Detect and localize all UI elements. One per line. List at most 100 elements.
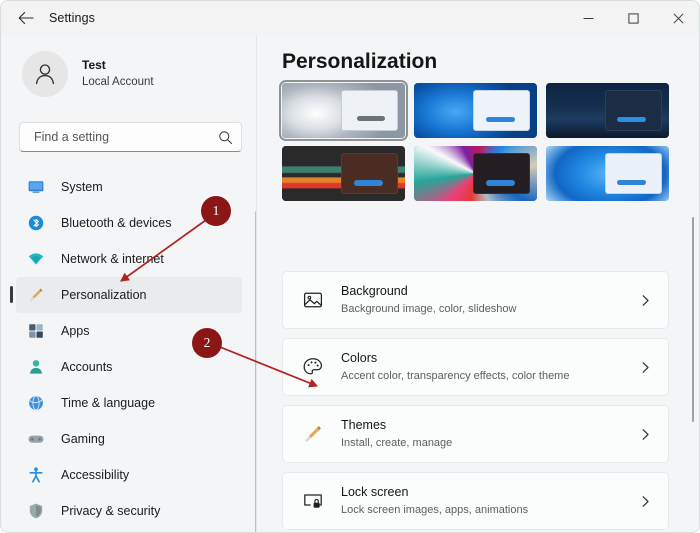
minimize-icon <box>583 17 594 19</box>
chevron-right-icon[interactable] <box>639 294 652 307</box>
sidebar-item-label: Personalization <box>61 288 147 302</box>
monitor-icon <box>25 176 47 198</box>
apps-icon <box>25 320 47 342</box>
annotation-badge-1: 1 <box>201 196 231 226</box>
theme-thumbnail-6[interactable] <box>546 146 669 201</box>
settings-row-subtitle: Lock screen images, apps, animations <box>341 504 529 517</box>
person-icon <box>35 64 55 85</box>
theme-window-preview <box>341 153 398 194</box>
arrow-left-icon <box>18 11 34 25</box>
settings-row-lock-screen[interactable]: Lock screen Lock screen images, apps, ani… <box>282 472 669 530</box>
theme-window-preview <box>341 90 398 131</box>
user-profile[interactable]: Test Local Account <box>2 35 258 101</box>
settings-row-text: Lock screen Lock screen images, apps, ani… <box>341 484 639 518</box>
search-box[interactable] <box>19 122 242 152</box>
shield-icon <box>25 500 47 522</box>
theme-accent-preview <box>486 180 515 186</box>
search-icon[interactable] <box>218 130 233 145</box>
settings-row-themes[interactable]: Themes Install, create, manage <box>282 405 669 463</box>
sidebar-item-gaming[interactable]: Gaming <box>16 421 242 457</box>
settings-row-title: Lock screen <box>341 485 409 500</box>
settings-row-text: Themes Install, create, manage <box>341 417 639 451</box>
main-scrollbar[interactable] <box>692 217 694 422</box>
avatar <box>22 51 68 97</box>
sidebar-item-label: Apps <box>61 324 90 338</box>
settings-row-background[interactable]: Background Background image, color, slide… <box>282 271 669 329</box>
sidebar-item-personalization[interactable]: Personalization <box>10 277 242 313</box>
theme-accent-preview <box>617 116 646 122</box>
chevron-right-icon[interactable] <box>639 361 652 374</box>
settings-row-subtitle: Install, create, manage <box>341 437 453 450</box>
paintbrush-icon <box>25 284 47 306</box>
sidebar: Test Local Account System Bluetooth & dev… <box>2 35 258 532</box>
theme-grid <box>279 80 669 201</box>
maximize-button[interactable] <box>611 1 656 35</box>
theme-window-preview <box>473 153 530 194</box>
sidebar-item-label: Time & language <box>61 396 156 410</box>
lock-screen-icon <box>298 486 328 516</box>
close-icon <box>673 12 684 24</box>
sidebar-item-label: Accounts <box>61 360 113 374</box>
sidebar-item-time-language[interactable]: Time & language <box>16 385 242 421</box>
minimize-button[interactable] <box>566 1 611 35</box>
sidebar-item-label: Gaming <box>61 432 105 446</box>
theme-accent-preview <box>617 179 646 185</box>
maximize-icon <box>628 12 639 24</box>
sidebar-item-accessibility[interactable]: Accessibility <box>16 457 242 493</box>
sidebar-item-label: Privacy & security <box>61 504 161 518</box>
page-title: Personalization <box>282 50 438 73</box>
settings-row-title: Colors <box>341 351 378 366</box>
theme-window-preview <box>473 90 530 131</box>
sidebar-item-privacy-security[interactable]: Privacy & security <box>16 493 242 529</box>
settings-row-title: Background <box>341 284 408 299</box>
settings-row-colors[interactable]: Colors Accent color, transparency effects… <box>282 338 669 396</box>
main-content: Personalization Background Background ima… <box>258 35 699 532</box>
clock-globe-icon <box>25 392 47 414</box>
annotation-badge-1-label: 1 <box>212 203 220 218</box>
settings-row-subtitle: Accent color, transparency effects, colo… <box>341 370 570 383</box>
settings-row-text: Background Background image, color, slide… <box>341 283 639 317</box>
sidebar-item-label: Network & internet <box>61 252 164 266</box>
settings-row-title: Themes <box>341 418 387 433</box>
accessibility-icon <box>25 464 47 486</box>
theme-thumbnail-5[interactable] <box>414 146 537 201</box>
chevron-right-icon[interactable] <box>639 495 652 508</box>
sidebar-divider <box>256 35 257 532</box>
titlebar-title: Settings <box>49 11 95 25</box>
gamepad-icon <box>25 428 47 450</box>
settings-row-text: Colors Accent color, transparency effects… <box>341 350 639 384</box>
palette-icon <box>298 352 328 382</box>
title-bar: Settings <box>1 1 699 35</box>
theme-window-preview <box>605 90 662 131</box>
sidebar-item-network-internet[interactable]: Network & internet <box>16 241 242 277</box>
settings-list: Background Background image, color, slide… <box>282 271 669 532</box>
theme-thumbnail-4[interactable] <box>282 146 405 201</box>
settings-row-subtitle: Background image, color, slideshow <box>341 303 517 316</box>
theme-accent-preview <box>486 116 515 122</box>
profile-text: Test Local Account <box>82 58 154 89</box>
bluetooth-icon <box>25 212 47 234</box>
sidebar-item-label: Accessibility <box>61 468 130 482</box>
sidebar-item-label: Bluetooth & devices <box>61 216 172 230</box>
annotation-badge-2: 2 <box>192 328 222 358</box>
theme-thumbnail-1[interactable] <box>279 80 408 141</box>
settings-window: Settings Test Local Account Find a setti… <box>0 0 700 533</box>
theme-thumbnail-2[interactable] <box>414 83 537 138</box>
theme-thumbnail-3[interactable] <box>546 83 669 138</box>
annotation-badge-2-label: 2 <box>203 335 211 350</box>
search-input[interactable] <box>32 129 218 145</box>
paintbrush-icon <box>298 419 328 449</box>
sidebar-item-label: System <box>61 180 103 194</box>
theme-accent-preview <box>354 180 383 186</box>
back-button[interactable] <box>11 5 41 31</box>
theme-accent-preview <box>356 115 385 122</box>
profile-account-type: Local Account <box>82 76 154 89</box>
account-icon <box>25 356 47 378</box>
wifi-icon <box>25 248 47 270</box>
close-button[interactable] <box>656 1 699 35</box>
profile-name: Test <box>82 58 106 73</box>
image-icon <box>298 285 328 315</box>
chevron-right-icon[interactable] <box>639 428 652 441</box>
theme-window-preview <box>605 153 662 194</box>
window-controls <box>566 1 699 35</box>
